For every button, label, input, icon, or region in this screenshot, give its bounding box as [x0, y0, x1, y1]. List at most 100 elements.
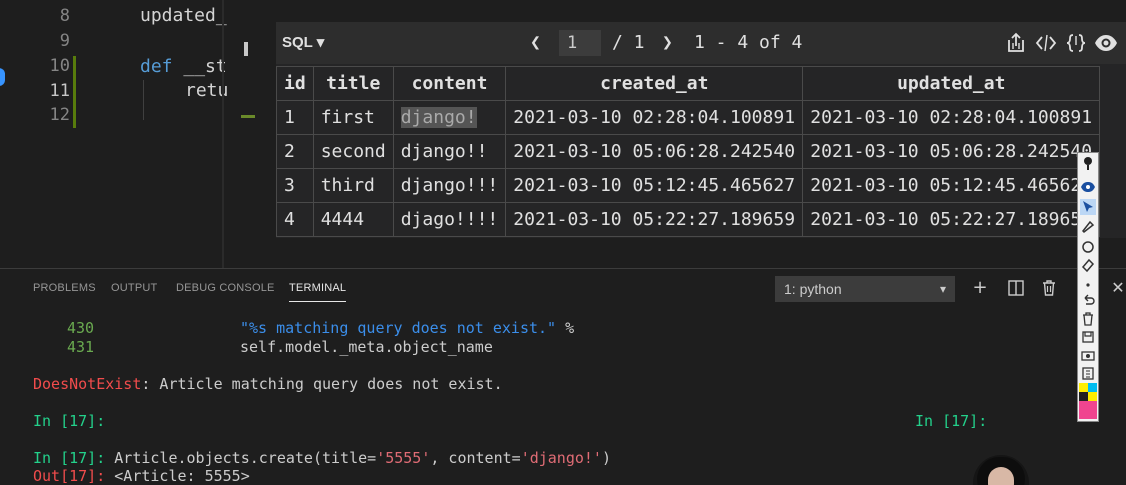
column-header[interactable]: content	[392, 66, 507, 101]
table-row: 2 second django!! 2021-03-10 05:06:28.24…	[276, 134, 1101, 169]
exception-name: DoesNotExist	[33, 375, 142, 393]
plus-icon[interactable]: +	[970, 278, 990, 298]
next-page-button[interactable]: ❯	[662, 22, 673, 64]
table-cell[interactable]: 2021-03-10 05:22:27.189659	[505, 202, 804, 237]
table-row: 1 first django! 2021-03-10 02:28:04.1008…	[276, 100, 1101, 135]
color-swatch-yellow[interactable]	[1079, 383, 1088, 392]
ipython-prompt: In [17]:	[33, 412, 106, 430]
table-cell[interactable]: 2021-03-10 02:28:04.100891	[505, 100, 804, 135]
table-cell[interactable]: first	[312, 100, 394, 135]
traceback-line-number: 430	[67, 319, 95, 337]
table-cell[interactable]: 1	[276, 100, 314, 135]
terminal-select-value: 1: python	[784, 281, 842, 297]
code-line: def __st	[140, 56, 227, 77]
table-cell[interactable]: 2	[276, 134, 314, 169]
page-input[interactable]: 1	[559, 30, 601, 56]
table-cell[interactable]: djago!!!!	[392, 202, 507, 237]
table-cell[interactable]: second	[312, 134, 394, 169]
results-table: id title content created_at updated_at 1…	[276, 66, 1101, 237]
command-text: , content=	[430, 449, 521, 467]
line-number: 9	[59, 31, 70, 51]
code-line: updated_	[140, 5, 227, 26]
prev-page-button[interactable]: ❮	[530, 22, 541, 64]
chevron-down-icon: ▾	[939, 282, 946, 296]
column-header[interactable]: id	[276, 66, 314, 101]
bottom-panel: PROBLEMS OUTPUT DEBUG CONSOLE TERMINAL 1…	[0, 268, 1126, 485]
cursor-icon[interactable]	[1080, 199, 1096, 215]
string-literal: "%s matching query does not exist."	[240, 319, 557, 337]
tab-output[interactable]: OUTPUT	[111, 282, 157, 294]
column-header[interactable]: created_at	[505, 66, 804, 101]
table-cell[interactable]: 2021-03-10 02:28:04.100891	[802, 100, 1101, 135]
table-cell[interactable]: 2021-03-10 05:06:28.242540	[505, 134, 804, 169]
scrollbar-marker	[241, 115, 255, 118]
row-range: 1 - 4 of 4	[694, 32, 803, 53]
camera-icon[interactable]	[1080, 347, 1096, 363]
undo-icon[interactable]	[1080, 293, 1096, 309]
table-cell[interactable]: 2021-03-10 05:22:27.18965	[802, 202, 1101, 237]
circle-icon[interactable]	[1080, 239, 1096, 255]
line-number: 12	[49, 105, 70, 125]
editor-divider[interactable]	[222, 0, 224, 268]
table-row: 4 4444 djago!!!! 2021-03-10 05:22:27.189…	[276, 202, 1101, 237]
output-value: <Article: 5555>	[105, 467, 250, 485]
table-cell[interactable]: 3	[276, 168, 314, 203]
column-header[interactable]: updated_at	[802, 66, 1101, 101]
traceback-line-number: 431	[67, 338, 95, 356]
table-cell[interactable]: django!!	[392, 134, 507, 169]
terminal-line[interactable]: In [17]: Article.objects.create(title='5…	[33, 449, 611, 467]
table-cell[interactable]: 4	[276, 202, 314, 237]
color-swatch-yellow[interactable]	[1088, 392, 1097, 401]
ipython-prompt: In [17]:	[915, 412, 988, 430]
tab-terminal[interactable]: TERMINAL	[289, 282, 347, 302]
operator: %	[556, 319, 575, 337]
eye-icon[interactable]	[1080, 179, 1096, 195]
pin-icon[interactable]	[1080, 155, 1096, 171]
terminal-line: 430	[67, 319, 94, 337]
color-swatch-black[interactable]	[1079, 392, 1088, 401]
tab-problems[interactable]: PROBLEMS	[33, 282, 96, 294]
table-cell[interactable]: django!!!	[392, 168, 507, 203]
scrollbar-marker	[244, 42, 248, 56]
table-cell[interactable]: 2021-03-10 05:12:45.465627	[505, 168, 804, 203]
table-cell[interactable]: 2021-03-10 05:06:28.242540	[802, 134, 1101, 169]
terminal-select[interactable]: 1: python ▾	[775, 276, 955, 302]
output-prompt: Out[17]:	[33, 467, 106, 485]
export-icon[interactable]	[1004, 31, 1028, 55]
ipython-prompt: In [17]:	[33, 449, 106, 467]
clipboard-icon[interactable]	[1080, 365, 1096, 381]
table-cell[interactable]: third	[312, 168, 394, 203]
line-number: 8	[59, 6, 70, 26]
json-icon[interactable]	[1064, 31, 1088, 55]
color-swatch-pink[interactable]	[1079, 401, 1097, 419]
dot-icon[interactable]	[1080, 277, 1096, 293]
git-modified-marker	[73, 56, 76, 128]
terminal-line: self.model._meta.object_name	[240, 338, 493, 356]
column-header[interactable]: title	[312, 66, 394, 101]
terminal-line: "%s matching query does not exist." %	[240, 319, 574, 337]
sql-mode-dropdown[interactable]: SQL ▾	[282, 22, 324, 64]
command-text: Article.objects.create(title=	[105, 449, 377, 467]
terminal-line: 431	[67, 338, 94, 356]
table-row: 3 third django!!! 2021-03-10 05:12:45.46…	[276, 168, 1101, 203]
terminal-line: Out[17]: <Article: 5555>	[33, 467, 250, 485]
command-text: )	[601, 449, 611, 467]
trash-icon[interactable]	[1039, 278, 1059, 298]
split-icon[interactable]	[1006, 278, 1026, 298]
save-icon[interactable]	[1080, 329, 1096, 345]
line-number: 11	[49, 81, 70, 101]
table-cell[interactable]: 2021-03-10 05:12:45.46562	[802, 168, 1101, 203]
table-cell[interactable]: django!	[392, 100, 507, 135]
highlighter-icon[interactable]	[1080, 219, 1096, 235]
string-literal: '5555'	[376, 449, 431, 467]
eraser-icon[interactable]	[1080, 257, 1096, 273]
trash-icon[interactable]	[1080, 311, 1096, 327]
eye-icon[interactable]	[1094, 31, 1118, 55]
table-cell[interactable]: 4444	[312, 202, 394, 237]
close-icon[interactable]: ✕	[1108, 278, 1126, 298]
code-icon[interactable]	[1034, 31, 1058, 55]
color-swatch-cyan[interactable]	[1088, 383, 1097, 392]
page-count: / 1	[612, 32, 645, 53]
code-text: __st	[172, 56, 227, 77]
tab-debug-console[interactable]: DEBUG CONSOLE	[176, 282, 275, 294]
